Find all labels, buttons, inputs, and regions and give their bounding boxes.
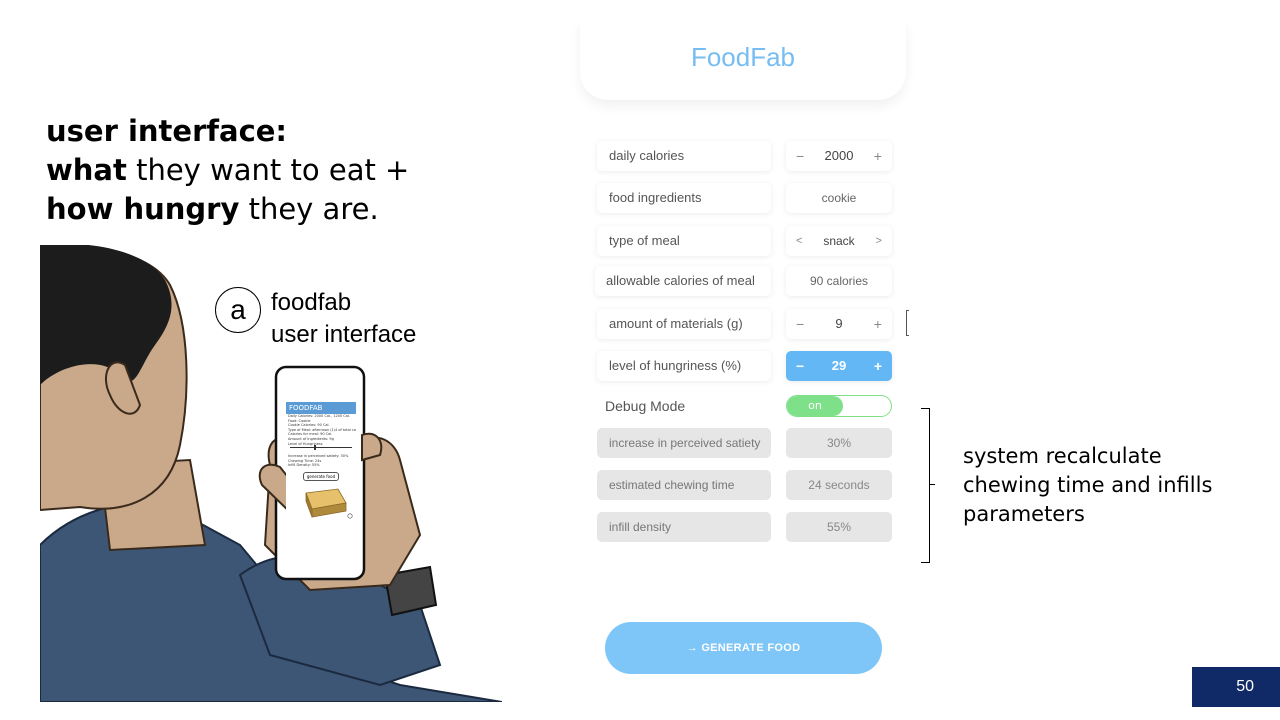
debug-mode-toggle[interactable]: on [786, 395, 892, 417]
type-of-meal-label: type of meal [597, 226, 771, 256]
text-cursor-icon [906, 310, 909, 336]
perceived-satiety-value: 30% [786, 428, 892, 458]
annotation-text: system recalculate chewing time and infi… [963, 442, 1212, 529]
amount-of-materials-label: amount of materials (g) [597, 309, 771, 339]
phone-header: FOODFAB [286, 402, 356, 414]
next-arrow-icon[interactable]: > [876, 226, 882, 256]
cookie-render-image [305, 488, 353, 519]
annotation-line3: parameters [963, 502, 1085, 526]
infill-density-label: infill density [597, 512, 771, 542]
daily-calories-stepper[interactable]: − 2000 + [786, 141, 892, 171]
page-number: 50 [1192, 667, 1280, 707]
allowable-calories-value: 90 calories [786, 266, 892, 296]
level-of-hungriness-value: 29 [831, 358, 847, 373]
daily-calories-value: 2000 [824, 148, 854, 163]
toggle-on-label: on [787, 396, 843, 416]
phone-line: Infill Density: 55% [288, 463, 320, 468]
generate-food-button[interactable]: → GENERATE FOOD [605, 622, 882, 674]
increment-button[interactable]: + [874, 309, 882, 339]
phone-generate-button: generate food [303, 471, 339, 481]
annotation-line1: system recalculate [963, 444, 1162, 468]
slide-heading: user interface: what they want to eat + … [46, 112, 409, 229]
phone-line: Daily Calories: 2000 Cal., 1200 Cal. [288, 414, 350, 418]
annotation-bracket-tick [929, 484, 935, 485]
amount-of-materials-stepper[interactable]: − 9 + [786, 309, 892, 339]
food-ingredients-input[interactable]: cookie [786, 183, 892, 213]
illustration-label: a foodfab user interface [215, 287, 416, 351]
allowable-calories-label: allowable calories of meal [595, 266, 771, 296]
perceived-satiety-label: increase in perceived satiety [597, 428, 771, 458]
decrement-button[interactable]: − [796, 141, 804, 171]
type-of-meal-value: snack [823, 234, 855, 248]
heading-line3-rest: they are. [239, 192, 379, 226]
label-text: foodfab user interface [271, 287, 416, 351]
annotation-bracket [921, 408, 930, 563]
type-of-meal-selector[interactable]: < snack > [786, 226, 892, 256]
chewing-time-value: 24 seconds [786, 470, 892, 500]
debug-mode-label: Debug Mode [605, 398, 686, 414]
increment-button[interactable]: + [874, 351, 882, 381]
level-of-hungriness-stepper[interactable]: − 29 + [786, 351, 892, 381]
amount-of-materials-value: 9 [835, 316, 843, 331]
level-of-hungriness-label: level of hungriness (%) [597, 351, 771, 381]
app-title: FoodFab [690, 42, 796, 72]
heading-what: what [46, 153, 127, 187]
label-line1: foodfab [271, 289, 352, 316]
food-ingredients-label: food ingredients [597, 183, 771, 213]
label-line2: user interface [271, 321, 417, 348]
increment-button[interactable]: + [874, 141, 882, 171]
phone-slider [290, 445, 352, 453]
app-title-card: FoodFab [580, 20, 906, 100]
decrement-button[interactable]: − [796, 309, 804, 339]
heading-line2-rest: they want to eat + [126, 153, 410, 187]
phone-screen: FOODFAB Daily Calories: 2000 Cal., 1200 … [286, 402, 356, 558]
annotation-line2: chewing time and infills [963, 473, 1213, 497]
label-circle-a: a [215, 287, 261, 333]
arrow-right-icon: → [686, 642, 698, 654]
prev-arrow-icon[interactable]: < [796, 226, 802, 256]
chewing-time-label: estimated chewing time [597, 470, 771, 500]
daily-calories-label: daily calories [597, 141, 771, 171]
infill-density-value: 55% [786, 512, 892, 542]
generate-food-label: GENERATE FOOD [701, 642, 801, 654]
heading-line1: user interface: [46, 114, 288, 148]
heading-how-hungry: how hungry [46, 192, 240, 226]
phone-line: Level of Hungriness [288, 441, 323, 446]
decrement-button[interactable]: − [796, 351, 804, 381]
